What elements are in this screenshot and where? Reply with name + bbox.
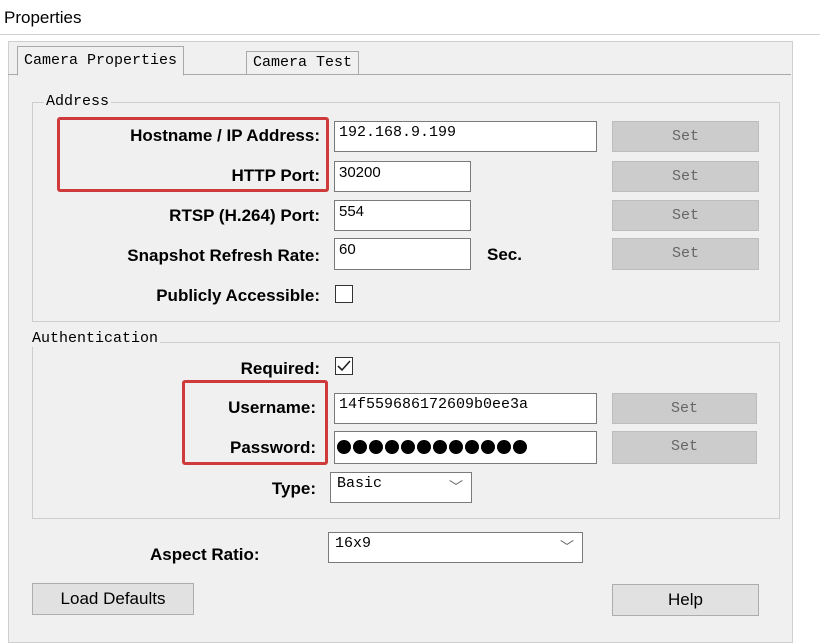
auth-type-label: Type:: [271, 479, 316, 498]
help-button[interactable]: Help: [612, 584, 759, 616]
http-port-set-button[interactable]: Set: [612, 161, 759, 192]
aspect-ratio-label: Aspect Ratio:: [150, 545, 260, 564]
chevron-down-icon: ﹀: [560, 541, 574, 557]
http-port-input[interactable]: 30200: [334, 161, 471, 192]
rtsp-port-label: RTSP (H.264) Port:: [169, 206, 320, 225]
publicly-accessible-checkbox[interactable]: [335, 285, 353, 303]
password-dot: [449, 440, 463, 455]
authentication-legend: Authentication: [30, 330, 161, 347]
rtsp-port-input[interactable]: 554: [334, 200, 471, 231]
highlight-hostname-http: [57, 117, 329, 192]
aspect-ratio-dropdown[interactable]: 16x9 ﹀: [328, 532, 583, 563]
username-set-button[interactable]: Set: [612, 393, 757, 424]
tab-camera-properties[interactable]: Camera Properties: [17, 46, 185, 76]
highlight-username-password: [182, 380, 328, 465]
auth-type-dropdown[interactable]: Basic ﹀: [330, 472, 472, 503]
password-dot: [433, 440, 447, 455]
password-mask: [337, 438, 529, 455]
aspect-ratio-value: 16x9: [335, 535, 372, 552]
password-input[interactable]: [334, 431, 597, 464]
password-dot: [417, 440, 431, 455]
check-icon: [337, 360, 351, 372]
snapshot-rate-input[interactable]: 60: [334, 238, 471, 270]
password-dot: [353, 440, 367, 455]
password-dot: [513, 440, 527, 455]
password-dot: [337, 440, 351, 455]
password-dot: [369, 440, 383, 455]
load-defaults-button[interactable]: Load Defaults: [32, 583, 194, 615]
rtsp-port-set-button[interactable]: Set: [612, 200, 759, 231]
hostname-input[interactable]: 192.168.9.199: [334, 121, 597, 152]
snapshot-rate-unit: Sec.: [487, 245, 522, 264]
password-dot: [481, 440, 495, 455]
password-dot: [497, 440, 511, 455]
password-set-button[interactable]: Set: [612, 431, 757, 464]
chevron-down-icon: ﹀: [449, 481, 463, 497]
username-input[interactable]: 14f559686172609b0ee3a: [334, 393, 597, 424]
snapshot-rate-set-button[interactable]: Set: [612, 238, 759, 270]
tab-camera-test[interactable]: Camera Test: [246, 51, 360, 75]
window-title: Properties: [4, 8, 82, 27]
password-dot: [385, 440, 399, 455]
hostname-set-button[interactable]: Set: [612, 121, 759, 152]
publicly-accessible-label: Publicly Accessible:: [156, 286, 320, 305]
auth-type-value: Basic: [337, 475, 383, 492]
title-divider: [0, 34, 820, 35]
password-dot: [401, 440, 415, 455]
required-label: Required:: [240, 359, 320, 378]
password-dot: [465, 440, 479, 455]
required-checkbox[interactable]: [335, 357, 353, 375]
address-legend: Address: [44, 93, 112, 110]
snapshot-rate-label: Snapshot Refresh Rate:: [127, 246, 320, 265]
